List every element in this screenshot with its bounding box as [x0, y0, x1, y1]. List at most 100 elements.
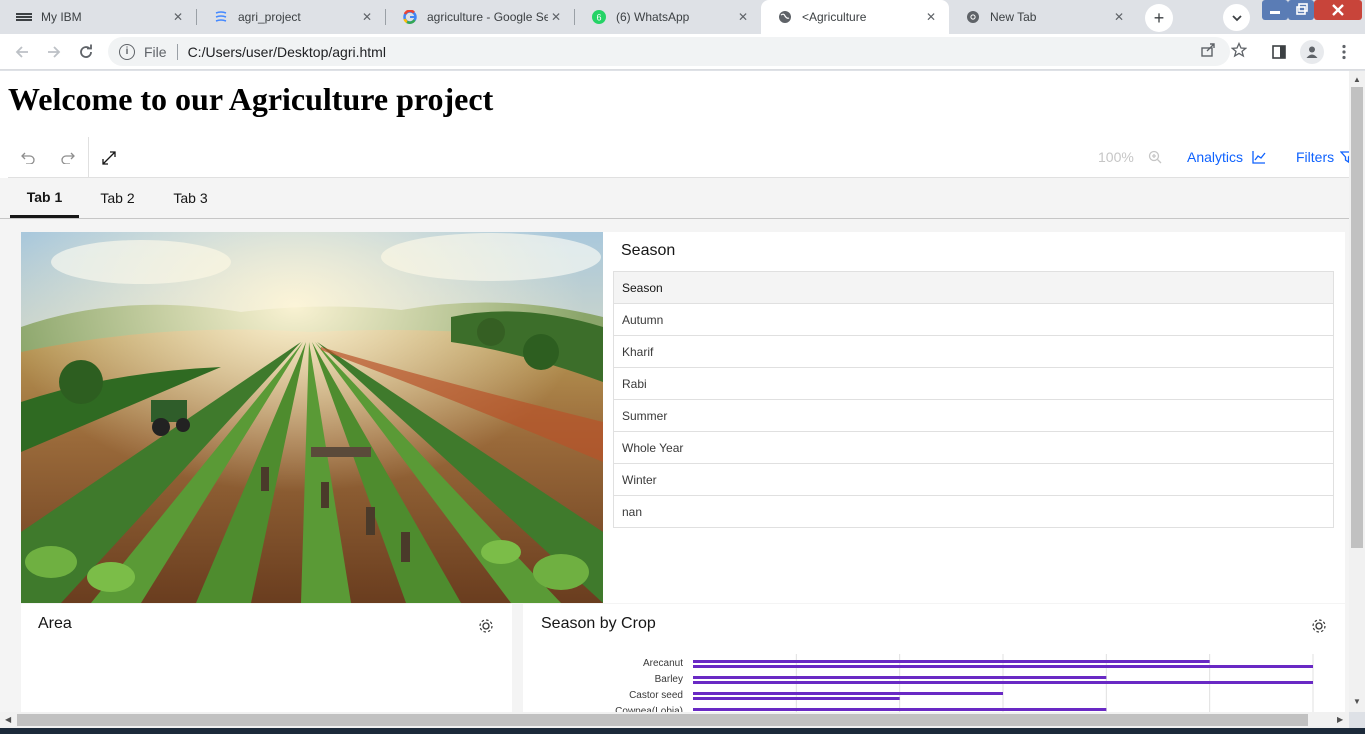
- close-icon[interactable]: ✕: [923, 9, 939, 25]
- redo-button[interactable]: [57, 147, 79, 169]
- minimize-window-button[interactable]: [1262, 0, 1288, 20]
- area-widget-title: Area: [38, 615, 72, 632]
- address-bar[interactable]: i File C:/Users/user/Desktop/agri.html: [108, 37, 1230, 66]
- profile-avatar[interactable]: [1300, 40, 1324, 64]
- chart-category-label: Castor seed: [629, 690, 683, 701]
- fullscreen-button[interactable]: [98, 147, 120, 169]
- crop-widget-title: Season by Crop: [541, 615, 656, 632]
- table-row[interactable]: nan: [613, 495, 1334, 528]
- browser-toolbar: i File C:/Users/user/Desktop/agri.html: [0, 34, 1365, 70]
- browser-tab-new-tab[interactable]: New Tab ✕: [949, 0, 1137, 34]
- dashboard-canvas: Season Season Autumn Kharif Rabi Summer …: [0, 219, 1349, 712]
- settings-icon: [479, 619, 493, 633]
- address-divider: [176, 43, 178, 60]
- widget-settings-button[interactable]: [477, 617, 495, 635]
- scroll-left-arrow-icon[interactable]: ◀: [5, 715, 11, 724]
- reload-button[interactable]: [73, 39, 99, 65]
- share-icon: [1201, 43, 1215, 57]
- arrow-left-icon: [15, 46, 28, 58]
- analytics-button[interactable]: Analytics: [1187, 149, 1267, 165]
- chart-bar[interactable]: [693, 676, 1107, 679]
- info-icon[interactable]: i: [119, 43, 135, 60]
- url-scheme: File: [144, 43, 167, 60]
- tab-3[interactable]: Tab 3: [160, 178, 221, 218]
- table-row[interactable]: Rabi: [613, 367, 1334, 400]
- close-icon[interactable]: ✕: [359, 9, 375, 25]
- browser-menu-button[interactable]: [1333, 41, 1355, 63]
- table-cell: Summer: [613, 399, 1334, 432]
- table-row[interactable]: Summer: [613, 399, 1334, 432]
- browser-tab-agri-project[interactable]: agri_project ✕: [197, 0, 385, 34]
- arrow-right-icon: [48, 46, 61, 58]
- agriculture-field-image: [21, 232, 603, 603]
- svg-text:6: 6: [596, 13, 601, 23]
- back-button[interactable]: [9, 39, 35, 65]
- column-header-season[interactable]: Season: [613, 271, 1334, 304]
- table-cell: Whole Year: [613, 431, 1334, 464]
- horizontal-scrollbar-thumb[interactable]: [17, 714, 1308, 726]
- page-title: Welcome to our Agriculture project: [8, 81, 494, 117]
- chevron-down-icon: [1231, 14, 1242, 21]
- browser-tab-agriculture[interactable]: <Agriculture ✕: [761, 0, 949, 34]
- widget-settings-button[interactable]: [1310, 617, 1328, 635]
- expand-icon: [102, 151, 116, 165]
- scroll-down-arrow-icon[interactable]: ▼: [1353, 697, 1361, 706]
- side-panel-icon: [1272, 45, 1286, 59]
- scroll-right-arrow-icon[interactable]: ▶: [1337, 715, 1343, 724]
- minimize-icon: [1262, 0, 1288, 20]
- close-icon[interactable]: ✕: [170, 9, 186, 25]
- scroll-up-arrow-icon[interactable]: ▲: [1353, 75, 1361, 84]
- season-widget: Season Season Autumn Kharif Rabi Summer …: [603, 232, 1345, 603]
- chart-bar[interactable]: [693, 692, 1003, 695]
- close-icon[interactable]: ✕: [1111, 9, 1127, 25]
- browser-tab-google[interactable]: agriculture - Google Se ✕: [386, 0, 574, 34]
- close-icon[interactable]: ✕: [548, 9, 564, 25]
- chart-bar[interactable]: [693, 708, 1107, 711]
- bookmark-button[interactable]: [1229, 40, 1249, 60]
- share-button[interactable]: [1198, 40, 1218, 60]
- table-row[interactable]: Winter: [613, 463, 1334, 496]
- close-icon[interactable]: ✕: [735, 9, 751, 25]
- new-tab-button[interactable]: +: [1145, 4, 1173, 32]
- tab-search-button[interactable]: [1223, 4, 1250, 31]
- chart-bar[interactable]: [693, 681, 1313, 684]
- filters-button[interactable]: Filters: [1296, 149, 1349, 165]
- chart-bar[interactable]: [693, 665, 1313, 668]
- table-cell: Kharif: [613, 335, 1334, 368]
- table-header-row: Season: [613, 271, 1334, 304]
- maximize-window-button[interactable]: [1288, 0, 1314, 20]
- table-row[interactable]: Whole Year: [613, 431, 1334, 464]
- os-taskbar: [0, 728, 1365, 734]
- chart-category-label: Barley: [655, 674, 683, 685]
- zoom-in-button[interactable]: [1146, 148, 1164, 166]
- table-row[interactable]: Autumn: [613, 303, 1334, 336]
- tab-title: New Tab: [990, 10, 1037, 24]
- season-by-crop-widget: Season by Crop Arecanut Barley Castor seed…: [523, 604, 1345, 712]
- tab-label: Tab 2: [100, 190, 135, 206]
- ibm-icon: [16, 9, 32, 25]
- tab-label: Tab 3: [173, 190, 208, 206]
- table-row[interactable]: Kharif: [613, 335, 1334, 368]
- dashboard-tab-bar: Tab 1 Tab 2 Tab 3: [0, 178, 1349, 219]
- area-widget: Area: [21, 604, 512, 712]
- url-text[interactable]: C:/Users/user/Desktop/agri.html: [188, 44, 386, 60]
- side-panel-button[interactable]: [1268, 41, 1290, 63]
- settings-icon: [1312, 619, 1326, 633]
- tab-title: (6) WhatsApp: [616, 10, 690, 24]
- browser-tab-whatsapp[interactable]: 6 (6) WhatsApp ✕: [575, 0, 761, 34]
- tab-title: My IBM: [41, 10, 82, 24]
- undo-button[interactable]: [17, 147, 39, 169]
- chart-category-label: Arecanut: [643, 658, 683, 669]
- chart-bar[interactable]: [693, 660, 1210, 663]
- tab-2[interactable]: Tab 2: [87, 178, 148, 218]
- person-icon: [1306, 46, 1318, 58]
- tab-title: <Agriculture: [802, 10, 867, 24]
- browser-tab-strip: My IBM ✕ agri_project ✕ agriculture - Go…: [0, 0, 1365, 34]
- browser-tab-my-ibm[interactable]: My IBM ✕: [0, 0, 196, 34]
- forward-button[interactable]: [41, 39, 67, 65]
- tab-1[interactable]: Tab 1: [10, 178, 79, 218]
- restore-icon: [1288, 0, 1314, 20]
- vertical-scrollbar-thumb[interactable]: [1351, 87, 1363, 548]
- chart-bar[interactable]: [693, 697, 900, 700]
- close-window-button[interactable]: [1314, 0, 1362, 20]
